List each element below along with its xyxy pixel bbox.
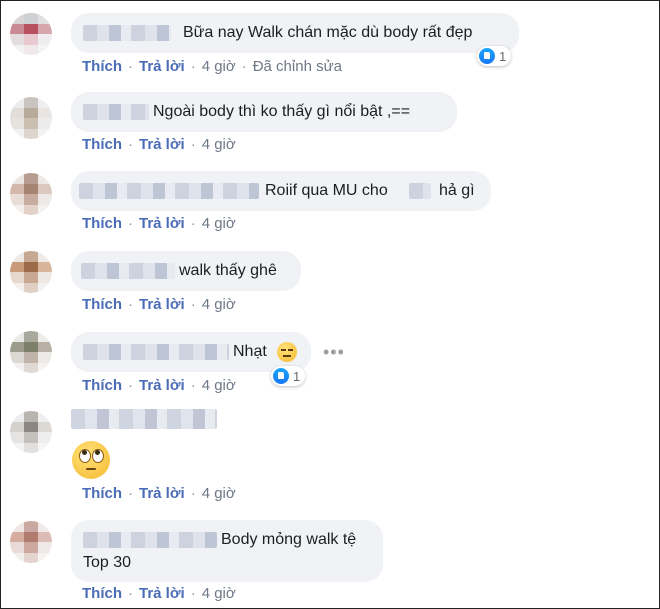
reply-link[interactable]: Trả lời	[139, 377, 185, 394]
timestamp[interactable]: 4 giờ	[202, 485, 236, 502]
reply-link[interactable]: Trả lời	[139, 485, 185, 502]
avatar[interactable]	[10, 521, 52, 563]
edited-label[interactable]: Đã chỉnh sửa	[253, 58, 342, 75]
timestamp[interactable]: 4 giờ	[202, 58, 236, 75]
comment-actions: Thích · Trả lời · 4 giờ	[82, 136, 236, 153]
comment-actions: Thích · Trả lời · 4 giờ	[82, 377, 236, 394]
reply-link[interactable]: Trả lời	[139, 215, 185, 232]
like-link[interactable]: Thích	[82, 377, 122, 394]
comment-actions: Thích · Trả lời · 4 giờ · Đã chỉnh sửa	[82, 58, 342, 75]
avatar[interactable]	[10, 173, 52, 215]
avatar[interactable]	[10, 97, 52, 139]
comment-bubble: Body mỏng walk tệ Top 30	[71, 520, 383, 582]
comment-text-tail: hả gì	[439, 182, 475, 199]
reply-link[interactable]: Trả lời	[139, 58, 185, 75]
blurred-mention[interactable]	[409, 183, 431, 199]
blurred-author-name[interactable]	[81, 263, 175, 279]
comment-bubble: Ngoài body thì ko thấy gì nổi bật ,==	[71, 92, 457, 132]
avatar[interactable]	[10, 331, 52, 373]
comment-text: Body mỏng walk tệ	[221, 531, 357, 548]
blurred-author-name[interactable]	[83, 104, 149, 120]
comment-actions: Thích · Trả lời · 4 giờ	[82, 485, 236, 502]
comment-actions: Thích · Trả lời · 4 giờ	[82, 585, 236, 602]
blurred-author-name[interactable]	[83, 344, 229, 360]
comment-actions: Thích · Trả lời · 4 giờ	[82, 215, 236, 232]
like-link[interactable]: Thích	[82, 485, 122, 502]
comment-actions: Thích · Trả lời · 4 giờ	[82, 296, 236, 313]
avatar[interactable]	[10, 13, 52, 55]
comment-bubble: Nhạt	[71, 332, 311, 372]
timestamp[interactable]: 4 giờ	[202, 377, 236, 394]
avatar[interactable]	[10, 411, 52, 453]
like-link[interactable]: Thích	[82, 296, 122, 313]
comment-thread: Bữa nay Walk chán mặc dù body rất đẹp 1 …	[0, 0, 660, 609]
like-link[interactable]: Thích	[82, 215, 122, 232]
timestamp[interactable]: 4 giờ	[202, 585, 236, 602]
blurred-author-name[interactable]	[83, 532, 217, 548]
comment-text: Roiif qua MU cho	[265, 182, 388, 199]
reaction-count[interactable]: 1	[271, 366, 306, 386]
timestamp[interactable]: 4 giờ	[202, 215, 236, 232]
reply-link[interactable]: Trả lời	[139, 296, 185, 313]
blurred-author-name[interactable]	[71, 409, 217, 429]
like-link[interactable]: Thích	[82, 585, 122, 602]
comment-text: Bữa nay Walk chán mặc dù body rất đẹp	[183, 24, 473, 41]
comment-bubble: walk thấy ghê	[71, 251, 301, 291]
avatar[interactable]	[10, 251, 52, 293]
reply-link[interactable]: Trả lời	[139, 136, 185, 153]
like-link[interactable]: Thích	[82, 136, 122, 153]
comment-bubble: Bữa nay Walk chán mặc dù body rất đẹp	[71, 13, 519, 53]
comment-text: Nhạt	[233, 343, 267, 360]
like-link[interactable]: Thích	[82, 58, 122, 75]
comment-text-line2: Top 30	[83, 554, 132, 571]
like-icon	[479, 48, 495, 64]
blurred-author-name[interactable]	[83, 25, 171, 41]
like-icon	[273, 368, 289, 384]
more-options-icon[interactable]: •••	[323, 342, 345, 363]
comment-text: Ngoài body thì ko thấy gì nổi bật ,==	[153, 103, 411, 120]
expressionless-face-emoji	[277, 342, 297, 362]
reply-link[interactable]: Trả lời	[139, 585, 185, 602]
timestamp[interactable]: 4 giờ	[202, 296, 236, 313]
blurred-author-name[interactable]	[79, 183, 259, 199]
timestamp[interactable]: 4 giờ	[202, 136, 236, 153]
comment-text: walk thấy ghê	[179, 262, 277, 279]
reaction-count[interactable]: 1	[477, 46, 512, 66]
face-with-rolling-eyes-emoji	[72, 441, 110, 479]
comment-bubble: Roiif qua MU cho hả gì	[71, 171, 491, 211]
